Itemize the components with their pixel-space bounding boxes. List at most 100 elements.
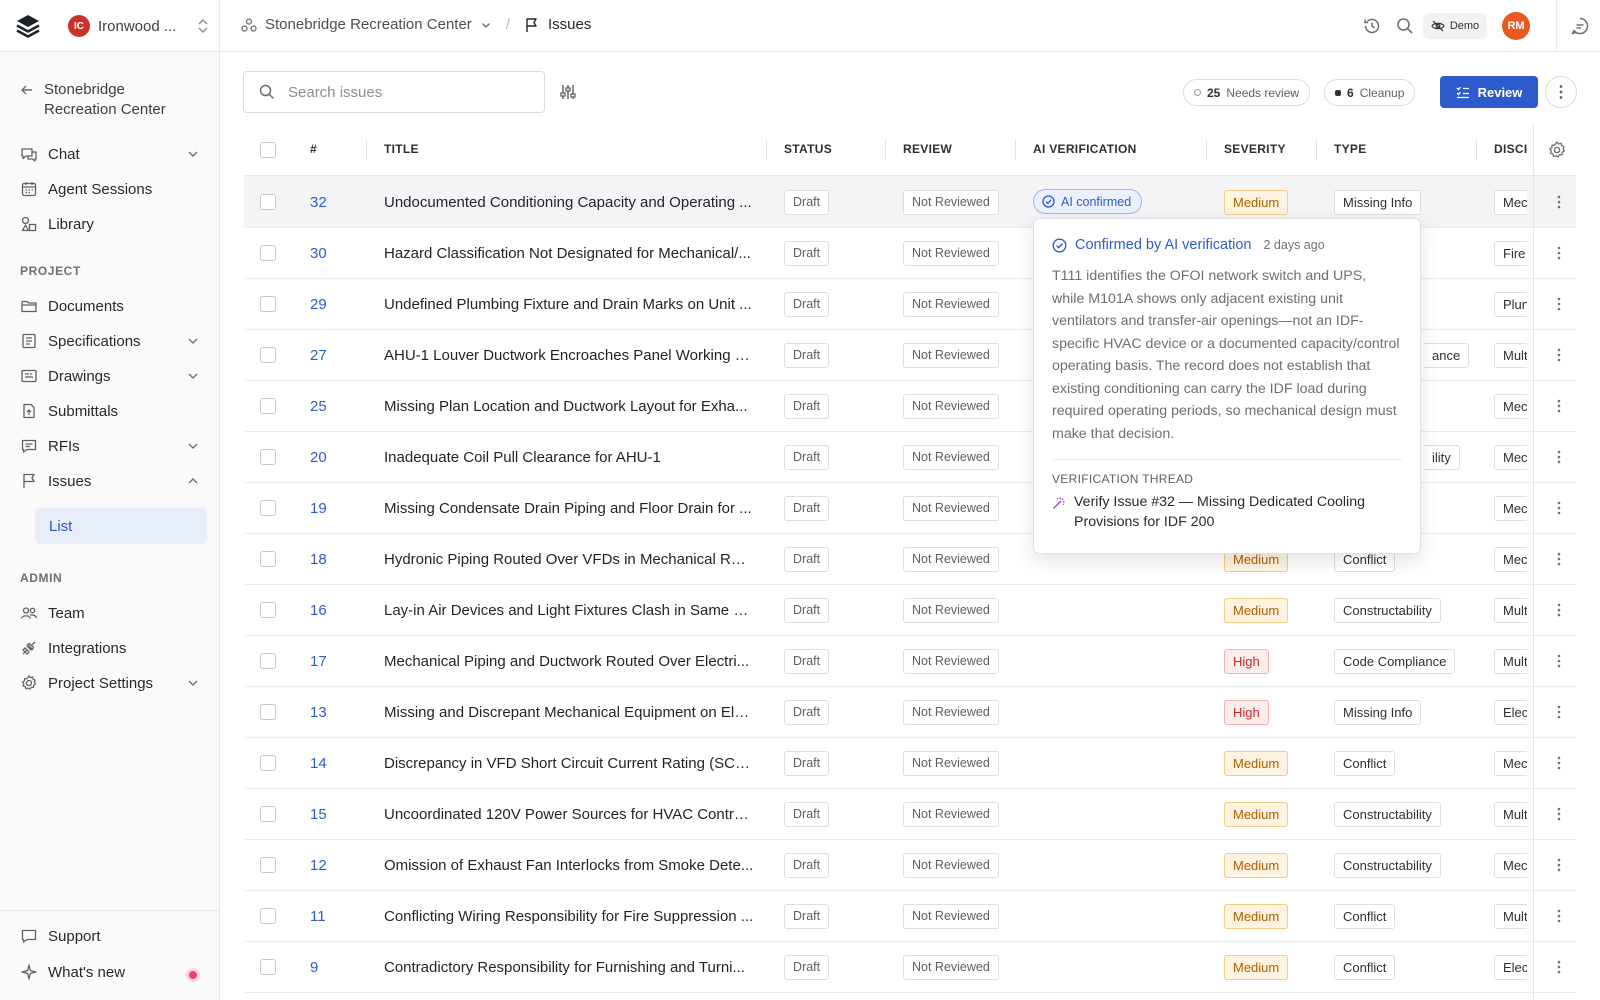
type-badge[interactable]: Conflict bbox=[1334, 750, 1396, 776]
row-actions[interactable] bbox=[1549, 839, 1569, 891]
review-badge[interactable]: Not Reviewed bbox=[903, 699, 999, 725]
row-actions[interactable] bbox=[1549, 176, 1569, 228]
discipline-badge[interactable]: Mult bbox=[1494, 597, 1527, 623]
table-row[interactable]: 11 Conflicting Wiring Responsibility for … bbox=[244, 890, 1576, 942]
row-checkbox[interactable] bbox=[260, 500, 276, 516]
sidebar-item-specifications[interactable]: Specifications bbox=[20, 324, 204, 358]
status-badge[interactable]: Draft bbox=[784, 495, 830, 521]
review-badge[interactable]: Not Reviewed bbox=[903, 852, 999, 878]
column-header-number[interactable]: # bbox=[310, 142, 317, 156]
issue-title[interactable]: Conflicting Wiring Responsibility for Fi… bbox=[384, 890, 754, 942]
issue-number[interactable]: 15 bbox=[310, 788, 327, 840]
column-header-review[interactable]: REVIEW bbox=[903, 142, 952, 156]
table-row[interactable]: 12 Omission of Exhaust Fan Interlocks fro… bbox=[244, 839, 1576, 891]
sidebar-item-drawings[interactable]: Drawings bbox=[20, 359, 204, 393]
column-header-type[interactable]: TYPE bbox=[1334, 142, 1367, 156]
row-actions[interactable] bbox=[1549, 635, 1569, 687]
review-badge[interactable]: Not Reviewed bbox=[903, 393, 999, 419]
needs-review-chip[interactable]: 25 Needs review bbox=[1183, 79, 1311, 106]
row-checkbox[interactable] bbox=[260, 959, 276, 975]
search-icon[interactable] bbox=[1395, 16, 1415, 36]
issue-title[interactable]: AHU-1 Louver Ductwork Encroaches Panel W… bbox=[384, 329, 754, 381]
severity-badge[interactable]: Medium bbox=[1224, 597, 1289, 623]
user-avatar[interactable]: RM bbox=[1502, 12, 1530, 40]
row-checkbox[interactable] bbox=[260, 245, 276, 261]
sidebar-item-library[interactable]: Library bbox=[20, 207, 204, 241]
issue-number[interactable]: 18 bbox=[310, 533, 327, 585]
row-actions[interactable] bbox=[1549, 737, 1569, 789]
issue-title[interactable]: Discrepancy in VFD Short Circuit Current… bbox=[384, 737, 754, 789]
issue-number[interactable]: 30 bbox=[310, 227, 327, 279]
status-badge[interactable]: Draft bbox=[784, 852, 830, 878]
sidebar-item-integrations[interactable]: Integrations bbox=[20, 631, 204, 665]
status-badge[interactable]: Draft bbox=[784, 240, 830, 266]
chevron-down-icon[interactable] bbox=[186, 334, 200, 348]
column-header-title[interactable]: TITLE bbox=[384, 142, 419, 156]
issue-number[interactable]: 11 bbox=[310, 890, 326, 942]
review-button[interactable]: Review bbox=[1440, 76, 1538, 108]
chevron-down-icon[interactable] bbox=[186, 147, 200, 161]
table-row[interactable]: 16 Lay-in Air Devices and Light Fixtures … bbox=[244, 584, 1576, 636]
sidebar-item-team[interactable]: Team bbox=[20, 596, 204, 630]
status-badge[interactable]: Draft bbox=[784, 444, 830, 470]
issue-number[interactable]: 17 bbox=[310, 635, 327, 687]
status-badge[interactable]: Draft bbox=[784, 954, 830, 980]
issue-number[interactable]: 29 bbox=[310, 278, 327, 330]
discipline-badge[interactable]: Elec bbox=[1494, 699, 1527, 725]
discipline-badge[interactable]: Mult bbox=[1494, 342, 1527, 368]
discipline-badge[interactable]: Mec bbox=[1494, 546, 1527, 572]
issue-title[interactable]: Uncoordinated 120V Power Sources for HVA… bbox=[384, 788, 754, 840]
row-checkbox[interactable] bbox=[260, 296, 276, 312]
verification-thread-link[interactable]: Verify Issue #32 — Missing Dedicated Coo… bbox=[1052, 492, 1402, 532]
issue-number[interactable]: 20 bbox=[310, 431, 327, 483]
row-actions[interactable] bbox=[1549, 431, 1569, 483]
row-checkbox[interactable] bbox=[260, 347, 276, 363]
issue-number[interactable]: 9 bbox=[310, 941, 318, 993]
severity-badge[interactable]: Medium bbox=[1224, 750, 1289, 776]
review-badge[interactable]: Not Reviewed bbox=[903, 750, 999, 776]
row-actions[interactable] bbox=[1549, 278, 1569, 330]
issue-title[interactable]: Missing and Discrepant Mechanical Equipm… bbox=[384, 686, 754, 738]
issue-title[interactable]: Lay-in Air Devices and Light Fixtures Cl… bbox=[384, 584, 754, 636]
row-checkbox[interactable] bbox=[260, 398, 276, 414]
discipline-badge[interactable]: Mult bbox=[1494, 801, 1527, 827]
discipline-badge[interactable]: Mult bbox=[1494, 903, 1527, 929]
discipline-badge[interactable]: Mec bbox=[1494, 189, 1527, 215]
discipline-badge[interactable]: Mec bbox=[1494, 393, 1527, 419]
severity-badge[interactable]: High bbox=[1224, 648, 1269, 674]
issue-title[interactable]: Contradictory Responsibility for Furnish… bbox=[384, 941, 754, 993]
row-checkbox[interactable] bbox=[260, 704, 276, 720]
issue-number[interactable]: 32 bbox=[310, 176, 327, 228]
severity-badge[interactable]: Medium bbox=[1224, 954, 1289, 980]
issue-title[interactable]: Undocumented Conditioning Capacity and O… bbox=[384, 176, 754, 228]
search-box[interactable] bbox=[243, 71, 545, 113]
table-row[interactable]: 14 Discrepancy in VFD Short Circuit Curre… bbox=[244, 737, 1576, 789]
cleanup-chip[interactable]: 6 Cleanup bbox=[1324, 79, 1416, 106]
severity-badge[interactable]: Medium bbox=[1224, 852, 1289, 878]
column-header-status[interactable]: STATUS bbox=[784, 142, 832, 156]
table-row[interactable]: 9 Contradictory Responsibility for Furnis… bbox=[244, 941, 1576, 993]
discipline-badge[interactable]: Mec bbox=[1494, 750, 1527, 776]
row-checkbox[interactable] bbox=[260, 449, 276, 465]
discipline-badge[interactable]: Fire bbox=[1494, 240, 1527, 266]
column-header-ai-verification[interactable]: AI VERIFICATION bbox=[1033, 142, 1137, 156]
status-badge[interactable]: Draft bbox=[784, 903, 830, 929]
issue-number[interactable]: 14 bbox=[310, 737, 327, 789]
row-checkbox[interactable] bbox=[260, 755, 276, 771]
column-header-discipline[interactable]: DISCI bbox=[1494, 142, 1533, 156]
type-badge[interactable]: Constructability bbox=[1334, 597, 1441, 623]
chevron-down-icon[interactable] bbox=[480, 19, 492, 31]
review-badge[interactable]: Not Reviewed bbox=[903, 189, 999, 215]
type-badge[interactable]: Missing Info bbox=[1334, 699, 1422, 725]
issue-number[interactable]: 12 bbox=[310, 839, 327, 891]
issue-number[interactable]: 16 bbox=[310, 584, 327, 636]
row-actions[interactable] bbox=[1549, 890, 1569, 942]
severity-badge[interactable]: Medium bbox=[1224, 903, 1289, 929]
type-badge[interactable]: Constructability bbox=[1334, 801, 1441, 827]
sidebar-item-whats-new[interactable]: What's new bbox=[20, 955, 204, 989]
status-badge[interactable]: Draft bbox=[784, 342, 830, 368]
issue-title[interactable]: Omission of Exhaust Fan Interlocks from … bbox=[384, 839, 754, 891]
discipline-badge[interactable]: Mult bbox=[1494, 648, 1527, 674]
review-badge[interactable]: Not Reviewed bbox=[903, 495, 999, 521]
issue-title[interactable]: Missing Condensate Drain Piping and Floo… bbox=[384, 482, 754, 534]
